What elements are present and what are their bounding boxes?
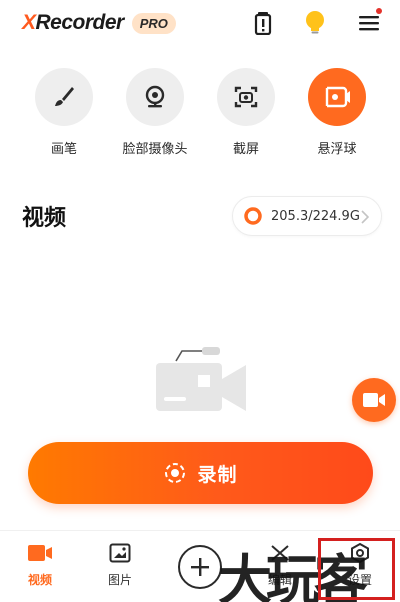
- chevron-right-icon: [361, 210, 369, 224]
- edit-icon: [245, 541, 315, 565]
- feature-screenshot[interactable]: 截屏: [206, 68, 286, 157]
- battery-alert-icon[interactable]: [250, 10, 276, 36]
- notification-dot: [376, 8, 382, 14]
- bottom-nav: 视频 图片 编辑 设置: [0, 530, 400, 602]
- feature-webcam[interactable]: 脸部摄像头: [115, 68, 195, 157]
- floating-record-button[interactable]: [352, 378, 396, 422]
- lightbulb-icon[interactable]: [302, 10, 328, 36]
- record-icon: [165, 463, 186, 483]
- webcam-icon: [126, 68, 184, 126]
- section-title: 视频: [22, 206, 67, 231]
- nav-item-settings[interactable]: 设置: [325, 541, 395, 588]
- menu-icon[interactable]: [356, 8, 382, 36]
- feature-floating-ball[interactable]: 悬浮球: [297, 68, 377, 157]
- feature-label: 截屏: [232, 142, 259, 157]
- app-header: X Recorder PRO: [0, 0, 400, 50]
- nav-label: 视频: [27, 573, 52, 587]
- nav-item-edit[interactable]: 编辑: [245, 541, 315, 588]
- add-button[interactable]: [178, 545, 222, 589]
- plus-icon: [191, 558, 209, 576]
- record-label: 录制: [197, 463, 238, 486]
- logo-text: Recorder: [35, 11, 125, 34]
- empty-video-illustration: [150, 345, 250, 417]
- nav-label: 编辑: [267, 573, 292, 587]
- feature-row: 画笔 脸部摄像头 截屏 悬浮球: [0, 68, 400, 158]
- nav-item-images[interactable]: 图片: [85, 541, 155, 588]
- feature-label: 画笔: [50, 142, 77, 157]
- record-button[interactable]: 录制: [28, 442, 373, 504]
- storage-text: 205.3/224.9G: [271, 208, 360, 224]
- feature-brush[interactable]: 画笔: [24, 68, 104, 157]
- brush-icon: [35, 68, 93, 126]
- storage-ring-icon: [244, 207, 262, 225]
- storage-indicator[interactable]: 205.3/224.9G: [232, 196, 382, 236]
- screenshot-icon: [217, 68, 275, 126]
- feature-label: 悬浮球: [317, 142, 357, 157]
- nav-item-video[interactable]: 视频: [5, 541, 75, 588]
- image-icon: [85, 541, 155, 565]
- app-logo: X Recorder PRO: [22, 10, 176, 36]
- nav-label: 设置: [347, 573, 372, 587]
- floating-ball-icon: [308, 68, 366, 126]
- nav-label: 图片: [107, 573, 132, 587]
- pro-badge[interactable]: PRO: [131, 12, 176, 34]
- camera-icon: [363, 393, 385, 407]
- video-icon: [5, 541, 75, 565]
- logo-x: X: [22, 11, 36, 34]
- feature-label: 脸部摄像头: [122, 142, 188, 157]
- settings-icon: [325, 541, 395, 565]
